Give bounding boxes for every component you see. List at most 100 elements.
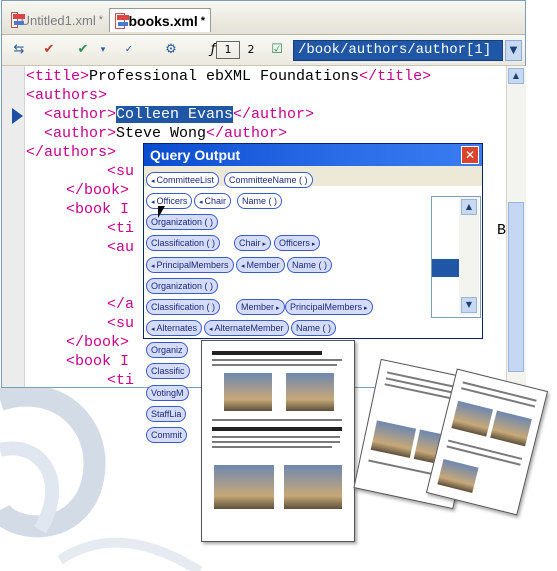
check-wellformed-icon[interactable]: ✔ <box>40 41 58 59</box>
xml-text: B <box>497 222 506 239</box>
tab-label: Untitled1.xml <box>20 12 96 28</box>
printed-page-front <box>201 340 355 542</box>
xml-tag: <su <box>107 163 135 180</box>
element-pill[interactable]: ◂ AlternateMember <box>204 320 289 336</box>
element-pill[interactable]: ◂ Officers <box>146 193 193 209</box>
element-pill[interactable]: Commit <box>146 427 187 443</box>
editor-vertical-scrollbar[interactable]: ▲ <box>506 66 526 387</box>
pill-label: CommitteeList <box>156 175 215 185</box>
pill-label: Officers <box>279 238 310 248</box>
spell-check-icon[interactable]: ✓ <box>120 41 138 59</box>
page-photo <box>284 465 342 509</box>
pill-label: Alternates <box>156 323 198 333</box>
page-text-line <box>212 419 342 421</box>
element-pill[interactable]: Organization ( ) <box>146 214 219 230</box>
xml-tag: </author> <box>206 125 288 142</box>
xml-tag: <ti <box>107 372 135 387</box>
validate-icon[interactable]: ✔ <box>74 41 92 59</box>
pill-label: Member <box>246 260 280 270</box>
page-photo <box>286 373 334 411</box>
pill-label: StaffLia <box>151 409 182 419</box>
xml-tag: </title> <box>359 68 432 85</box>
tab-books[interactable]: books.xml * <box>109 8 211 32</box>
element-pill[interactable]: Name ( ) <box>291 320 337 336</box>
xml-tag: </a <box>107 296 135 313</box>
code-line: <book I <box>66 352 129 371</box>
code-line: <author>Steve Wong</author> <box>44 124 287 143</box>
element-pill[interactable]: Name ( ) <box>287 257 333 273</box>
selected-text: Colleen Evans <box>116 106 234 123</box>
element-pill[interactable]: Name ( ) <box>237 193 283 209</box>
xpath-dropdown-button[interactable]: ▼ <box>505 40 522 61</box>
element-pill[interactable]: ◂ Member <box>236 257 285 273</box>
xml-tag: <author> <box>44 106 117 123</box>
xpath-version-label: 1 <box>224 43 232 56</box>
pill-label: Organization <box>151 281 203 291</box>
transform-icon[interactable]: ⚙ <box>162 41 180 59</box>
element-pill[interactable]: Organiz <box>146 342 188 358</box>
page-photo <box>214 465 274 509</box>
xpath-1-button[interactable]: 1 <box>216 41 240 59</box>
xml-tag: <ti <box>107 220 135 237</box>
pill-label: Classification <box>151 238 205 248</box>
page-photo <box>437 459 479 493</box>
xpath-evaluate-icon[interactable]: ☑ <box>268 41 286 59</box>
current-line-marker-icon <box>12 108 23 124</box>
list-scrollbar[interactable]: ▲ ▼ <box>459 197 479 315</box>
selected-list-row[interactable] <box>432 259 459 277</box>
pill-label: Name <box>296 323 321 333</box>
pill-label: Chair <box>239 238 261 248</box>
element-pill[interactable]: Classific <box>146 363 190 379</box>
page-text-line <box>212 441 340 443</box>
xml-tag: </book> <box>66 182 130 199</box>
xml-tag: </book> <box>66 334 130 351</box>
page-text-line <box>212 364 337 366</box>
code-line: </a <box>107 295 134 314</box>
element-pill[interactable]: CommitteeName ( ) <box>224 172 313 188</box>
pill-label: Name <box>242 196 267 206</box>
code-line: </book> <box>66 333 129 352</box>
page-heading-bar <box>212 427 342 431</box>
xpath-2-button[interactable]: 2 <box>242 41 260 59</box>
element-pill[interactable]: Member ▸ <box>236 299 285 315</box>
element-pill[interactable]: ◂ Alternates <box>146 320 203 336</box>
page-text-line <box>212 436 340 438</box>
pill-label: Name <box>292 260 317 270</box>
element-pill[interactable]: Classification ( ) <box>146 299 221 315</box>
element-pill[interactable]: Classification ( ) <box>146 235 221 251</box>
code-line: <book I <box>66 200 129 219</box>
pill-label: Commit <box>151 430 182 440</box>
page-photo <box>451 400 494 437</box>
page-text-line <box>212 446 332 448</box>
pill-label: Member <box>241 302 275 312</box>
close-icon[interactable]: ✕ <box>461 146 479 164</box>
scroll-up-icon[interactable]: ▲ <box>508 68 524 84</box>
page-text-line <box>212 359 342 361</box>
element-pill[interactable]: PrincipalMembers ▸ <box>285 299 373 315</box>
dropdown-arrow-icon[interactable]: ▾ <box>94 41 112 59</box>
xml-tag: </author> <box>233 106 315 123</box>
scroll-thumb[interactable] <box>508 202 524 372</box>
element-pill[interactable]: VotingM <box>146 385 189 401</box>
code-line: <ti <box>107 371 134 387</box>
scroll-up-icon[interactable]: ▲ <box>461 199 477 215</box>
format-xml-icon[interactable]: ⇆ <box>10 41 28 59</box>
query-output-list[interactable]: ▲ ▼ <box>431 196 481 318</box>
element-pill[interactable]: Chair ▸ <box>234 235 272 251</box>
element-pill[interactable]: Organization ( ) <box>146 278 219 294</box>
tab-untitled1[interactable]: Untitled1.xml * <box>6 8 108 32</box>
element-pill[interactable]: Officers ▸ <box>274 235 321 251</box>
pill-label: Chair <box>204 196 227 206</box>
mouse-cursor-icon <box>158 206 165 218</box>
pill-label: VotingM <box>151 388 184 398</box>
xpath-input[interactable]: /book/authors/author[1] <box>293 40 503 61</box>
element-pill[interactable]: ◂ CommitteeList <box>146 172 220 188</box>
element-pill[interactable]: StaffLia <box>146 406 187 422</box>
code-line: <au <box>107 238 134 257</box>
element-pill[interactable]: ◂ PrincipalMembers <box>146 257 234 273</box>
element-pill[interactable]: ◂ Chair <box>194 193 232 209</box>
tab-label: books.xml <box>128 12 198 29</box>
xml-tag: <au <box>107 239 135 256</box>
modified-indicator: * <box>200 14 205 27</box>
scroll-down-icon[interactable]: ▼ <box>461 297 477 313</box>
